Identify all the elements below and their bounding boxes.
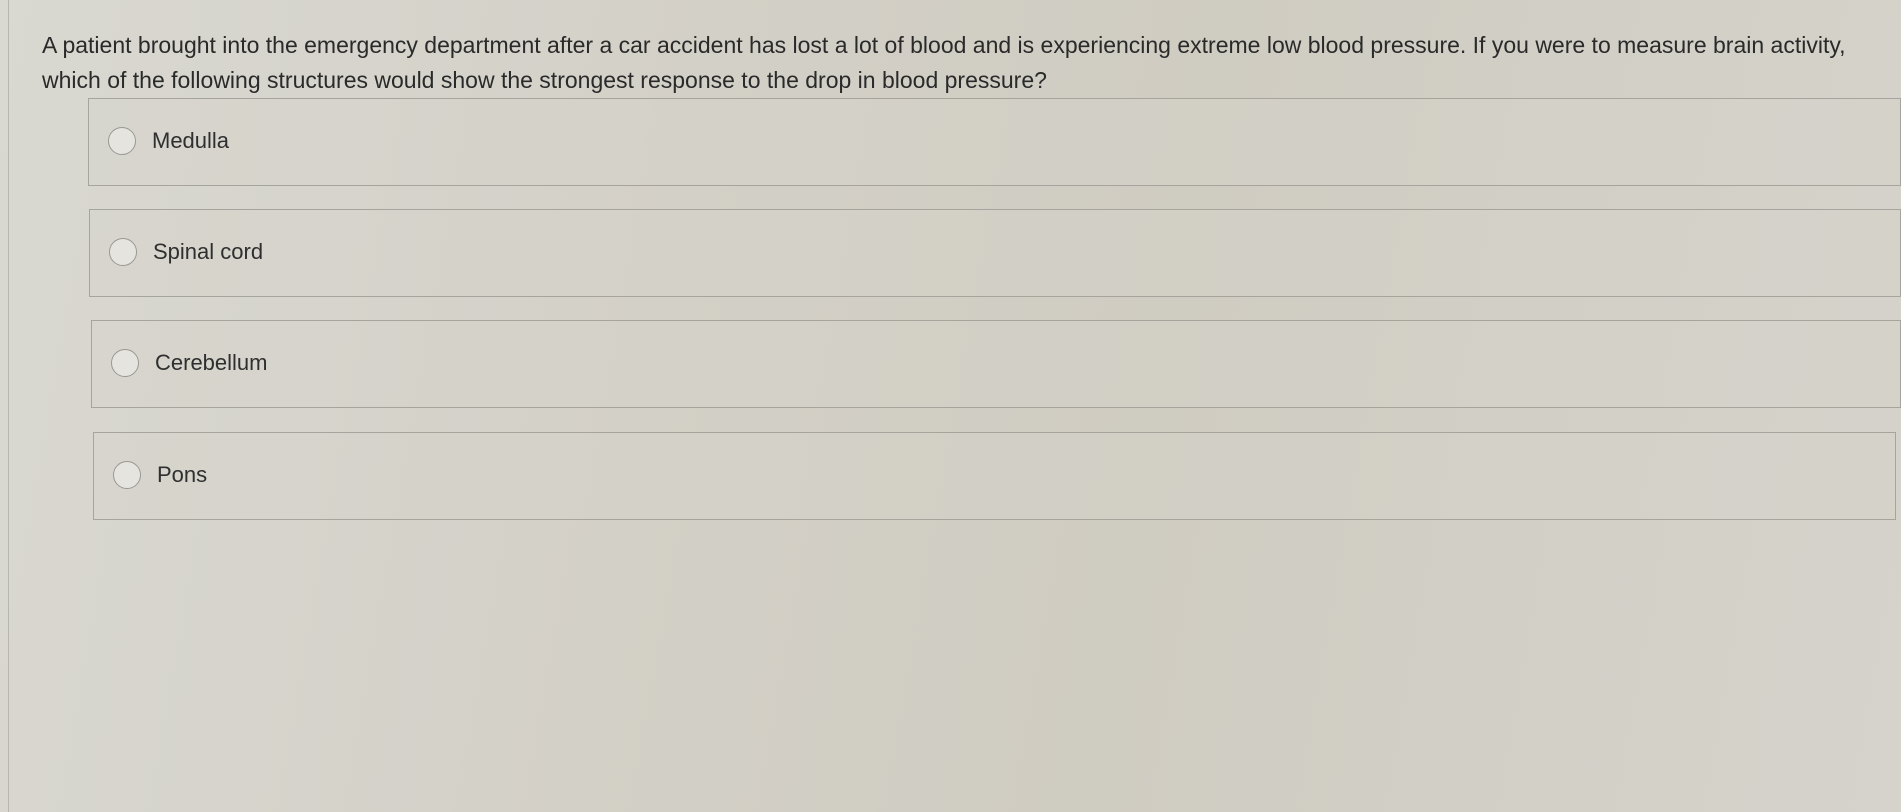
answer-option-pons[interactable]: Pons (93, 432, 1896, 520)
answer-option-label: Cerebellum (155, 350, 268, 375)
answer-option-spinal-cord[interactable]: Spinal cord (89, 209, 1901, 297)
radio-button-icon[interactable] (113, 461, 141, 489)
answer-option-label: Medulla (152, 128, 230, 153)
answer-option-medulla[interactable]: Medulla (88, 98, 1901, 186)
radio-button-icon[interactable] (109, 238, 137, 266)
window-left-edge (8, 0, 9, 812)
answer-option-label: Spinal cord (153, 239, 264, 264)
question-text: A patient brought into the emergency dep… (42, 32, 1846, 93)
answer-option-cerebellum[interactable]: Cerebellum (91, 320, 1901, 408)
radio-button-icon[interactable] (108, 127, 136, 155)
answer-option-label: Pons (157, 462, 208, 487)
radio-button-icon[interactable] (111, 349, 139, 377)
